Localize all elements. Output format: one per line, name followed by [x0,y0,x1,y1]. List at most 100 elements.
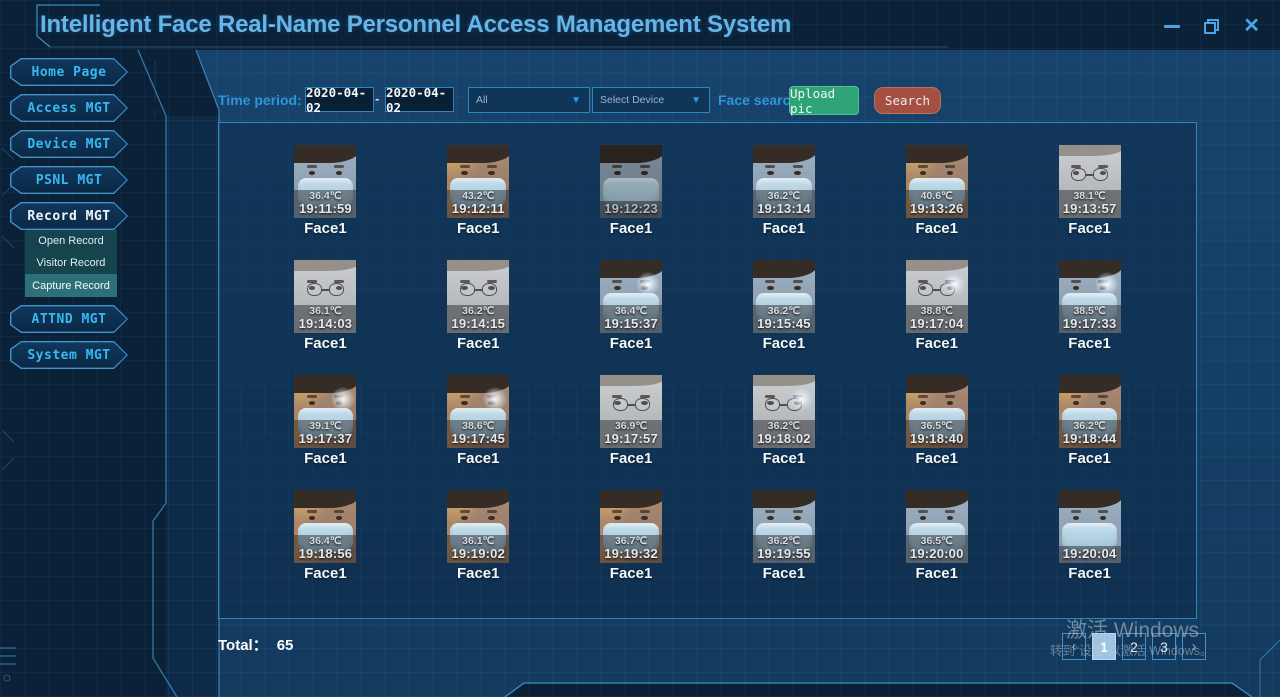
capture-item[interactable]: 38.8℃ 19:17:04 Face1 [906,260,968,352]
capture-item[interactable]: 36.5℃ 19:20:00 Face1 [906,490,968,582]
sidebar-item-access-mgt[interactable]: Access MGT [10,94,128,122]
capture-time: 19:14:15 [447,317,509,332]
capture-item[interactable]: 38.6℃ 19:17:45 Face1 [447,375,509,467]
date-to-input[interactable]: 2020-04-02 [385,87,454,112]
restore-button[interactable] [1204,19,1219,34]
photo-overlay: 36.2℃ 19:18:02 [753,420,815,448]
capture-time: 19:18:44 [1059,432,1121,447]
submenu-item-open-record[interactable]: Open Record [25,230,117,252]
page-button[interactable]: 3 [1152,633,1176,660]
face-label: Face1 [610,220,653,237]
capture-item[interactable]: 36.2℃ 19:13:14 Face1 [753,145,815,237]
page-button[interactable]: › [1182,633,1206,660]
capture-item[interactable]: 36.4℃ 19:15:37 Face1 [600,260,662,352]
capture-item[interactable]: 36.2℃ 19:15:45 Face1 [753,260,815,352]
eye [1100,401,1107,405]
eye [1073,516,1080,520]
face-label: Face1 [304,335,347,352]
sidebar-item-system-mgt[interactable]: System MGT [10,341,128,369]
face-label: Face1 [763,335,806,352]
capture-grid: 36.4℃ 19:11:59 Face1 [219,123,1196,618]
face-photo: 36.1℃ 19:14:03 [294,260,356,333]
capture-time: 19:17:33 [1059,317,1121,332]
submenu-item-capture-record[interactable]: Capture Record [25,274,117,297]
face-photo: 19:20:04 [1059,490,1121,563]
capture-time: 19:18:40 [906,432,968,447]
capture-item[interactable]: 36.4℃ 19:18:56 Face1 [294,490,356,582]
search-button[interactable]: Search [874,87,941,114]
capture-item[interactable]: 36.9℃ 19:17:57 Face1 [600,375,662,467]
face-label: Face1 [610,450,653,467]
eye [488,516,495,520]
capture-time: 19:17:37 [294,432,356,447]
hair [906,260,968,271]
sidebar-item-home-page[interactable]: Home Page [10,58,128,86]
face-photo: 38.1℃ 19:13:57 [1059,145,1121,218]
sidebar-item-record-mgt[interactable]: Record MGT [10,202,128,230]
face-photo: 36.5℃ 19:18:40 [906,375,968,448]
eye [461,171,468,175]
photo-overlay: 36.4℃ 19:18:56 [294,535,356,563]
total-count: Total：65 [218,634,293,655]
light-flare [1095,272,1119,296]
glasses [1059,168,1121,181]
hair [294,490,356,508]
capture-item[interactable]: 19:12:23 Face1 [600,145,662,237]
face-label: Face1 [915,450,958,467]
eye [336,171,343,175]
capture-item[interactable]: 36.1℃ 19:19:02 Face1 [447,490,509,582]
page-button[interactable]: 2 [1122,633,1146,660]
page-button[interactable]: ‹ [1062,633,1086,660]
photo-overlay: 36.2℃ 19:15:45 [753,305,815,333]
face-label: Face1 [457,450,500,467]
eye [309,171,316,175]
capture-item[interactable]: 36.7℃ 19:19:32 Face1 [600,490,662,582]
eye [947,401,954,405]
face-photo: 36.4℃ 19:11:59 [294,145,356,218]
capture-item[interactable]: 40.6℃ 19:13:26 Face1 [906,145,968,237]
capture-time: 19:12:23 [600,202,662,217]
capture-item[interactable]: 36.2℃ 19:14:15 Face1 [447,260,509,352]
decor-strip [166,116,219,697]
capture-item[interactable]: 36.2℃ 19:19:55 Face1 [753,490,815,582]
hair [600,490,662,508]
submenu-item-visitor-record[interactable]: Visitor Record [25,252,117,274]
date-from-input[interactable]: 2020-04-02 [305,87,374,112]
eye [767,286,774,290]
capture-item[interactable]: 36.4℃ 19:11:59 Face1 [294,145,356,237]
face-photo: 36.9℃ 19:17:57 [600,375,662,448]
light-flare [483,387,507,411]
upload-pic-button[interactable]: Upload pic [789,86,859,115]
device-select[interactable]: Select Device ▼ [592,87,710,113]
eye [488,171,495,175]
face-label: Face1 [610,335,653,352]
record-type-select[interactable]: All ▼ [468,87,590,113]
eye [641,516,648,520]
page-button[interactable]: 1 [1092,633,1116,660]
sidebar-item-psnl-mgt[interactable]: PSNL MGT [10,166,128,194]
face-label: Face1 [610,565,653,582]
eye [614,171,621,175]
capture-item[interactable]: 43.2℃ 19:12:11 Face1 [447,145,509,237]
capture-item[interactable]: 36.2℃ 19:18:02 Face1 [753,375,815,467]
face-photo: 36.2℃ 19:15:45 [753,260,815,333]
eye [794,516,801,520]
pagination: ‹ 1 2 3 › [1062,633,1206,660]
eye [309,516,316,520]
capture-item[interactable]: 38.5℃ 19:17:33 Face1 [1059,260,1121,352]
capture-item[interactable]: 39.1℃ 19:17:37 Face1 [294,375,356,467]
face-photo: 36.1℃ 19:19:02 [447,490,509,563]
capture-item[interactable]: 36.2℃ 19:18:44 Face1 [1059,375,1121,467]
sidebar-item-attnd-mgt[interactable]: ATTND MGT [10,305,128,333]
face-photo: 19:12:23 [600,145,662,218]
minimize-button[interactable] [1164,25,1180,28]
sidebar-item-device-mgt[interactable]: Device MGT [10,130,128,158]
close-button[interactable]: ✕ [1243,18,1260,34]
capture-item[interactable]: 36.5℃ 19:18:40 Face1 [906,375,968,467]
capture-item[interactable]: 19:20:04 Face1 [1059,490,1121,582]
capture-item[interactable]: 38.1℃ 19:13:57 Face1 [1059,145,1121,237]
capture-item[interactable]: 36.1℃ 19:14:03 Face1 [294,260,356,352]
eye [767,516,774,520]
face-photo: 36.4℃ 19:15:37 [600,260,662,333]
photo-overlay: 36.5℃ 19:18:40 [906,420,968,448]
